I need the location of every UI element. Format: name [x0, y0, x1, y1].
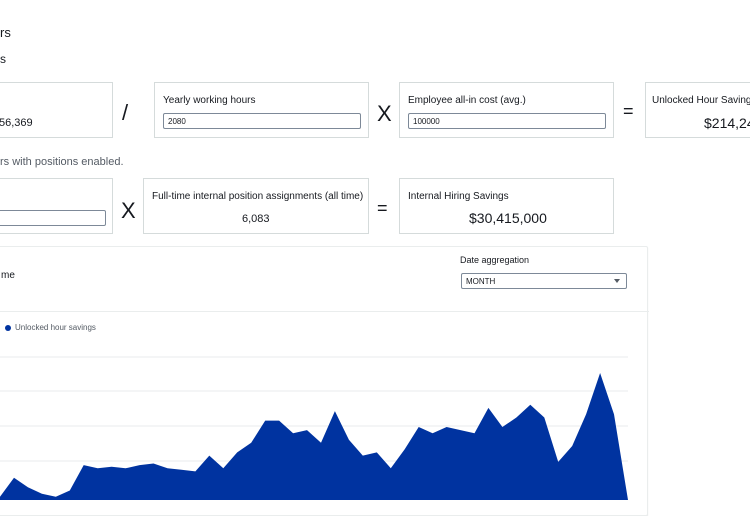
chart-panel-title: me	[1, 270, 15, 281]
legend-dot-icon	[5, 324, 11, 331]
employees-value: 56,369	[0, 117, 33, 129]
yearly-hours-card: Yearly working hours	[154, 82, 369, 138]
yearly-hours-input[interactable]	[163, 113, 361, 129]
panel-divider	[0, 311, 649, 312]
employee-cost-card: Employee all-in cost (avg.)	[399, 82, 614, 138]
chart-series	[0, 373, 628, 500]
date-aggregation-label: Date aggregation	[460, 255, 530, 265]
divide-operator: /	[122, 100, 129, 125]
multiply-operator: X	[377, 101, 392, 126]
date-aggregation-select[interactable]: MONTH	[461, 273, 627, 289]
hiring-savings-label: Internal Hiring Savings	[408, 191, 509, 202]
hiring-savings-card: Internal Hiring Savings $30,415,000	[399, 178, 614, 234]
equals-operator: =	[623, 101, 634, 121]
legend-label: Unlocked hour savings	[15, 323, 96, 332]
equals-operator-2: =	[377, 198, 388, 218]
page-subtitle: s	[0, 52, 6, 66]
employee-cost-label: Employee all-in cost (avg.)	[408, 95, 526, 106]
unlocked-savings-value: $214,24	[704, 115, 750, 131]
positions-note: rs with positions enabled.	[0, 156, 124, 168]
chevron-down-icon	[614, 279, 620, 283]
left-input[interactable]	[0, 210, 106, 226]
employees-card: 56,369	[0, 82, 113, 138]
page-title: rs	[0, 25, 11, 40]
left-input-card	[0, 178, 113, 234]
hiring-savings-value: $30,415,000	[469, 210, 547, 226]
chart-legend: Unlocked hour savings	[5, 323, 96, 332]
assignments-value: 6,083	[242, 213, 270, 225]
yearly-hours-label: Yearly working hours	[163, 95, 256, 106]
area-chart	[0, 356, 628, 500]
unlocked-savings-card: Unlocked Hour Savings $214,24	[645, 82, 750, 138]
unlocked-savings-label: Unlocked Hour Savings	[652, 95, 750, 106]
employee-cost-input[interactable]	[408, 113, 606, 129]
series-area-unlocked-hour-savings	[0, 373, 628, 500]
date-aggregation-value: MONTH	[466, 277, 496, 286]
assignments-label: Full-time internal position assignments …	[152, 191, 364, 202]
assignments-card: Full-time internal position assignments …	[143, 178, 369, 234]
multiply-operator-2: X	[121, 198, 136, 223]
